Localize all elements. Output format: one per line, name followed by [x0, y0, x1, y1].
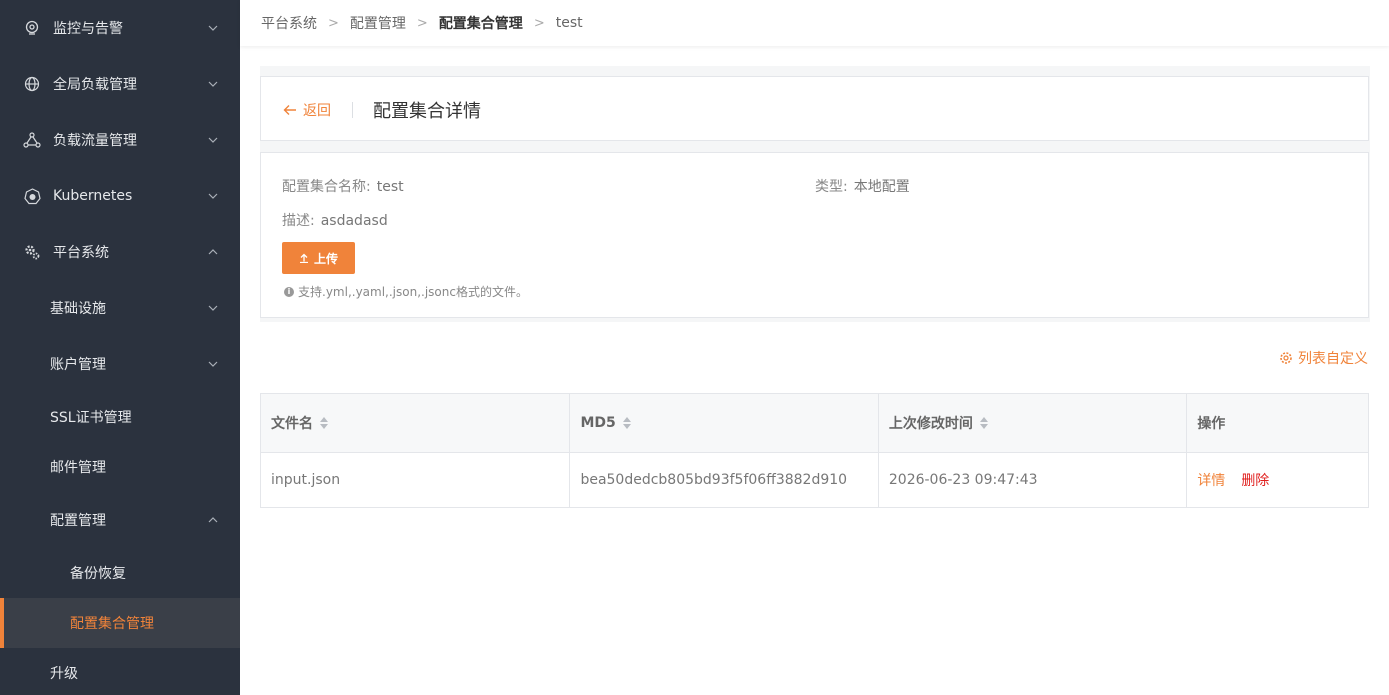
sidebar-item-label: 升级 [50, 666, 78, 682]
column-header-label: 上次修改时间 [888, 416, 973, 432]
sort-icon[interactable] [320, 417, 328, 429]
detail-info-card: 配置集合名称: test 类型: 本地配置 描述: asdadasd 上传 i 支持.… [260, 152, 1369, 318]
upload-label: 上传 [313, 251, 338, 266]
chevron-right-icon: > [328, 15, 339, 31]
customize-columns-button[interactable]: 列表自定义 [1279, 348, 1368, 368]
type-label: 类型: [815, 179, 848, 195]
column-header-filename[interactable]: 文件名 [261, 394, 571, 452]
sidebar-item-label: Kubernetes [53, 188, 133, 204]
name-label: 配置集合名称: [282, 179, 371, 195]
info-icon: i [284, 286, 294, 297]
sidebar-item-mail[interactable]: 邮件管理 [0, 442, 240, 492]
delete-link[interactable]: 删除 [1241, 470, 1269, 490]
chevron-down-icon [207, 22, 219, 34]
sidebar-item-platform[interactable]: 平台系统 [0, 224, 240, 280]
sidebar: 监控与告警 全局负载管理 负载流量管理 Kubernetes 平台系统 基础设施 [0, 0, 240, 695]
sidebar-item-upgrade[interactable]: 升级 [0, 648, 240, 695]
sidebar-item-label: 配置管理 [50, 513, 106, 529]
column-header-modified[interactable]: 上次修改时间 [879, 394, 1188, 452]
arrow-left-icon [283, 104, 297, 116]
cell-modified: 2026-06-23 09:47:43 [879, 453, 1188, 507]
chevron-down-icon [207, 134, 219, 146]
gears-icon [23, 243, 41, 261]
chevron-down-icon [207, 358, 219, 370]
sidebar-item-label: 备份恢复 [70, 566, 126, 582]
chevron-right-icon: > [416, 15, 428, 31]
divider [352, 102, 353, 118]
globe-icon [23, 75, 41, 93]
chevron-down-icon [207, 78, 219, 90]
sidebar-item-label: 监控与告警 [53, 21, 123, 37]
detail-link[interactable]: 详情 [1197, 470, 1225, 490]
column-header-md5[interactable]: MD5 [570, 394, 879, 452]
sidebar-item-accounts[interactable]: 账户管理 [0, 336, 240, 392]
monitor-pin-icon [23, 19, 41, 37]
breadcrumb-item[interactable]: 平台系统 [261, 13, 317, 33]
upload-icon [299, 253, 309, 263]
sidebar-item-ssl[interactable]: SSL证书管理 [0, 392, 240, 442]
chevron-down-icon [207, 302, 219, 314]
upload-hint: i 支持.yml,.yaml,.json,.jsonc格式的文件。 [284, 283, 528, 300]
breadcrumb: 平台系统 > 配置管理 > 配置集合管理 > test [240, 0, 1389, 46]
files-table: 文件名 MD5 上次修改时间 操作 input.json bea50dedcb8… [260, 393, 1369, 508]
sidebar-item-label: 平台系统 [53, 245, 109, 261]
chevron-up-icon [207, 514, 219, 526]
breadcrumb-item[interactable]: 配置集合管理 [439, 13, 523, 33]
sidebar-item-label: 基础设施 [50, 301, 106, 317]
cell-actions: 详情 删除 [1187, 453, 1368, 507]
breadcrumb-item[interactable]: 配置管理 [350, 13, 406, 33]
column-header-label: 操作 [1197, 416, 1226, 432]
description-label: 描述: [282, 213, 315, 229]
sidebar-item-backup[interactable]: 备份恢复 [0, 548, 240, 598]
sidebar-item-label: 账户管理 [50, 357, 106, 373]
gear-icon [1279, 351, 1293, 365]
upload-button[interactable]: 上传 [282, 242, 355, 274]
sidebar-item-label: 邮件管理 [50, 460, 106, 476]
column-header-actions: 操作 [1187, 394, 1368, 452]
sort-icon[interactable] [979, 417, 988, 429]
sort-icon[interactable] [622, 417, 631, 429]
network-nodes-icon [23, 131, 41, 149]
sidebar-item-config[interactable]: 配置管理 [0, 492, 240, 548]
sidebar-item-label: 配置集合管理 [70, 616, 154, 632]
sidebar-item-label: SSL证书管理 [50, 410, 132, 426]
upload-hint-text: 支持.yml,.yaml,.json,.jsonc格式的文件。 [298, 285, 528, 299]
sidebar-item-infrastructure[interactable]: 基础设施 [0, 280, 240, 336]
sidebar-item-kubernetes[interactable]: Kubernetes [0, 168, 240, 224]
name-value: test [376, 179, 404, 195]
sidebar-item-traffic[interactable]: 负载流量管理 [0, 112, 240, 168]
chevron-right-icon: > [533, 15, 545, 31]
back-label: 返回 [303, 103, 331, 119]
table-row: input.json bea50dedcb805bd93f5f06ff3882d… [261, 453, 1368, 508]
back-button[interactable]: 返回 [283, 100, 331, 120]
description-field: 描述: asdadasd [282, 210, 388, 230]
type-value: 本地配置 [853, 179, 910, 195]
chevron-up-icon [207, 246, 219, 258]
sidebar-item-label: 全局负载管理 [53, 77, 137, 93]
column-header-label: MD5 [580, 415, 616, 431]
sidebar-item-monitoring[interactable]: 监控与告警 [0, 0, 240, 56]
chevron-down-icon [207, 190, 219, 202]
breadcrumb-current: test [555, 15, 583, 31]
cell-filename: input.json [261, 453, 571, 507]
page-title: 配置集合详情 [373, 101, 481, 122]
cell-md5: bea50dedcb805bd93f5f06ff3882d910 [570, 453, 879, 507]
sidebar-item-config-sets[interactable]: 配置集合管理 [0, 598, 240, 648]
description-value: asdadasd [320, 213, 388, 229]
main-content: 返回 配置集合详情 配置集合名称: test 类型: 本地配置 描述: asdadas… [240, 46, 1389, 695]
detail-header-card: 返回 配置集合详情 [260, 76, 1369, 141]
column-header-label: 文件名 [271, 416, 313, 432]
table-header-row: 文件名 MD5 上次修改时间 操作 [261, 394, 1368, 453]
customize-columns-label: 列表自定义 [1298, 351, 1368, 367]
type-field: 类型: 本地配置 [815, 176, 910, 196]
name-field: 配置集合名称: test [282, 176, 404, 196]
sidebar-item-global-load[interactable]: 全局负载管理 [0, 56, 240, 112]
sidebar-item-label: 负载流量管理 [53, 133, 137, 149]
kubernetes-icon [23, 187, 41, 205]
